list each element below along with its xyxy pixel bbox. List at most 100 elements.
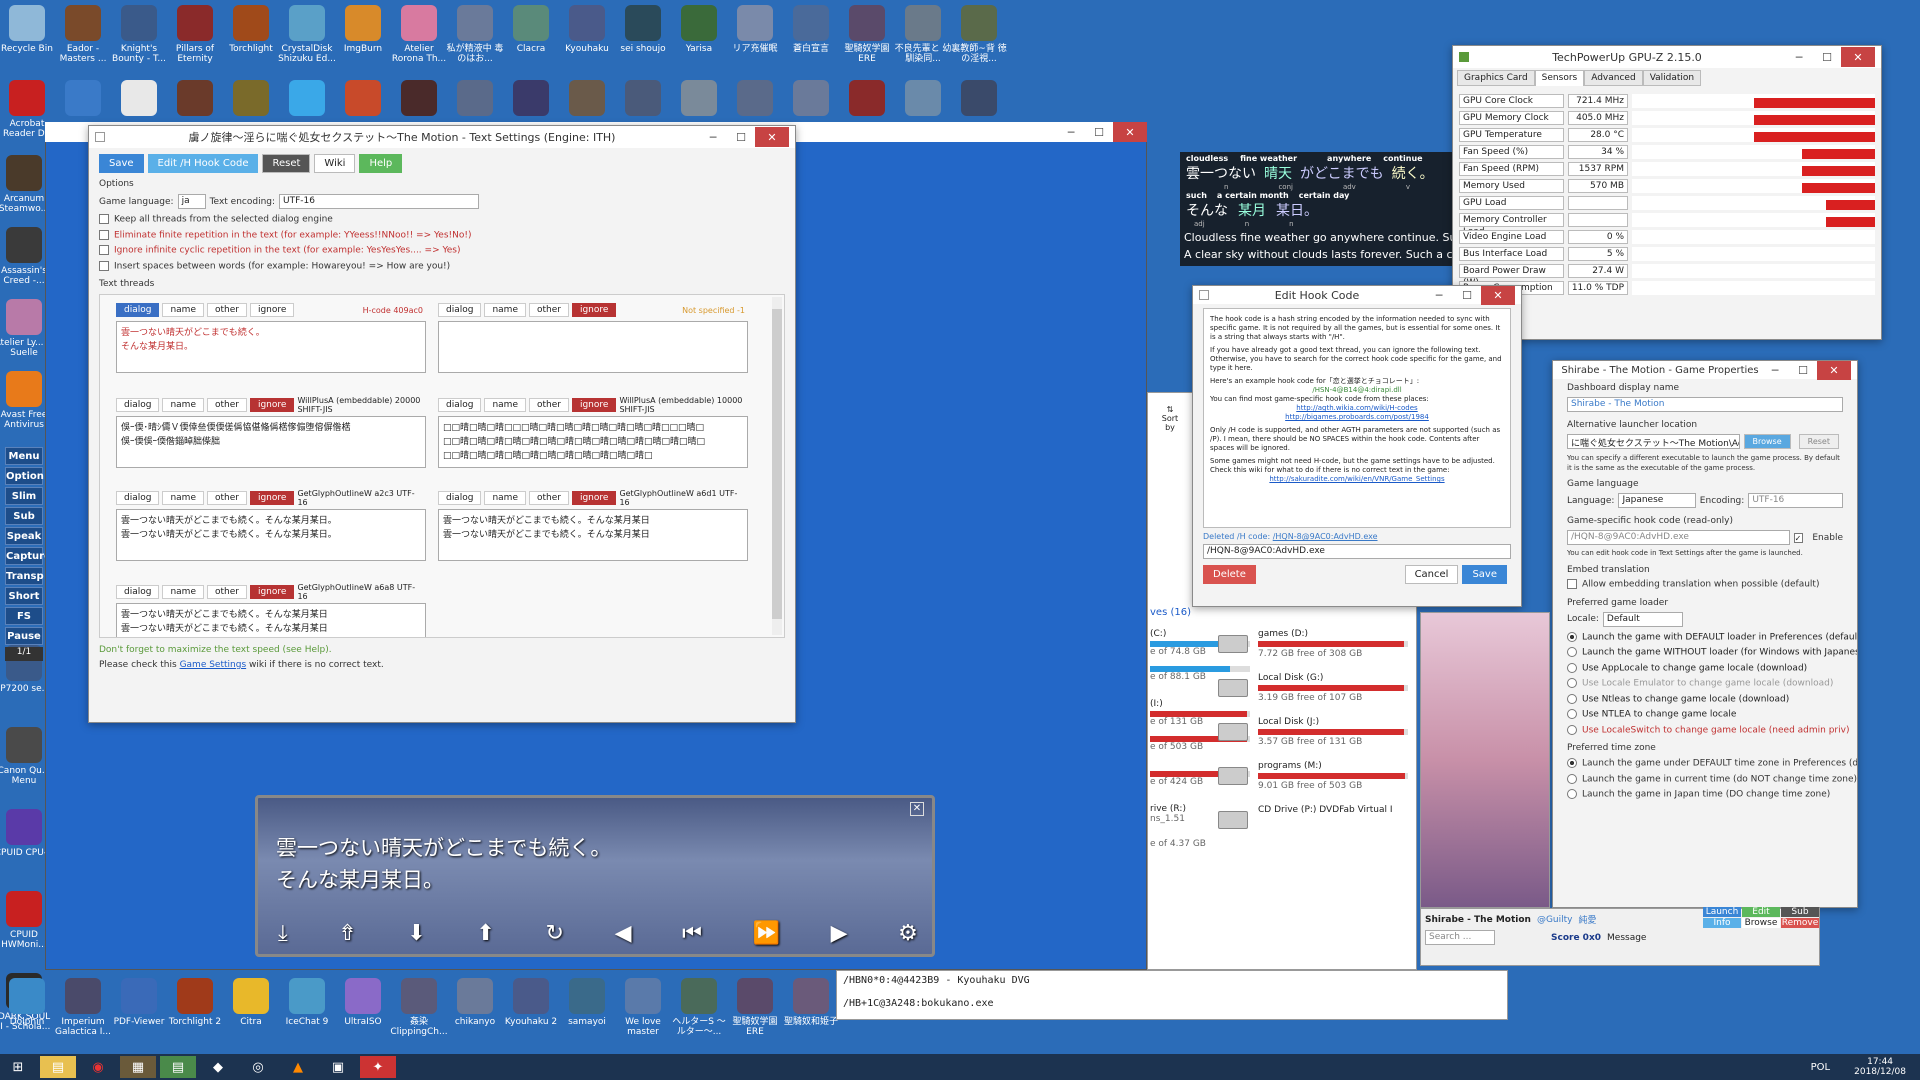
drive-item[interactable]: games (D:) 7.72 GB free of 308 GB xyxy=(1218,629,1408,659)
thread-tab-other[interactable]: other xyxy=(528,398,569,412)
thread-tab-name[interactable]: name xyxy=(162,585,204,599)
desktop-icon-top-4[interactable]: Torchlight xyxy=(221,5,281,54)
desktop-icon-top-1[interactable]: Eador - Masters ... xyxy=(53,5,113,64)
desktop-icon-row2-12[interactable] xyxy=(669,80,729,119)
desktop-icon-top-9[interactable]: Clacra xyxy=(501,5,561,54)
desktop-icon-bottom-0[interactable]: Dolphin xyxy=(0,978,57,1027)
timezone-radio[interactable] xyxy=(1567,789,1577,799)
sensor-name[interactable]: Video Engine Load xyxy=(1459,229,1564,244)
desktop-icon-row2-16[interactable] xyxy=(893,80,953,119)
maximize-icon[interactable]: ☐ xyxy=(1813,47,1841,67)
hook-link-1[interactable]: http://agth.wikia.com/wiki/H-codes xyxy=(1210,404,1504,413)
option-checkbox-row[interactable]: Insert spaces between words (for example… xyxy=(99,260,785,271)
game-language-select[interactable]: ja xyxy=(177,194,206,209)
minimize-icon[interactable]: ─ xyxy=(1785,47,1813,67)
loader-radio[interactable] xyxy=(1567,631,1577,642)
desktop-icon-bottom-5[interactable]: IceChat 9 xyxy=(277,978,337,1027)
sidebar-pause-button[interactable]: Pause xyxy=(5,627,43,645)
sidebar-capture-button[interactable]: Capture xyxy=(5,547,51,565)
save-button[interactable]: Save xyxy=(99,154,144,173)
dialog-close-icon[interactable]: ✕ xyxy=(910,802,924,816)
desktop-icon-bottom-11[interactable]: We love master xyxy=(613,978,673,1037)
hook-code-input[interactable]: /HQN-8@9AC0:AdvHD.exe xyxy=(1203,544,1511,559)
loader-radio[interactable] xyxy=(1567,709,1577,719)
desktop-icon-bottom-2[interactable]: PDF-Viewer xyxy=(109,978,169,1027)
hook-link-2[interactable]: http://bigames.proboards.com/post/1984 xyxy=(1210,413,1504,422)
desktop-icon-row2-14[interactable] xyxy=(781,80,841,119)
maximize-icon[interactable]: ☐ xyxy=(727,127,755,147)
launcher-path-input[interactable]: に喘ぐ処女セクステット〜The Motion\AdvHD.exe xyxy=(1567,434,1740,449)
hook-link-3[interactable]: http://sakuradite.com/wiki/en/VNR/Game_S… xyxy=(1210,475,1504,484)
info-button[interactable]: Info xyxy=(1703,918,1741,928)
thread-text[interactable]: 雲一つない晴天がどこまでも続く。そんな某月某日 雲一つない晴天がどこまでも続く。そ… xyxy=(438,509,748,561)
thread-tab-dialog[interactable]: dialog xyxy=(116,303,160,317)
replay-icon[interactable]: ↻ xyxy=(546,921,564,946)
desktop-icon-row2-2[interactable] xyxy=(109,80,169,119)
threads-scrollbar[interactable] xyxy=(772,297,782,635)
edit-button[interactable]: Edit xyxy=(1742,907,1780,917)
desktop-icon-bottom-1[interactable]: Imperium Galactica I... xyxy=(53,978,113,1037)
timezone-radio[interactable] xyxy=(1567,773,1577,784)
desktop-icon-bottom-3[interactable]: Torchlight 2 xyxy=(165,978,225,1027)
timezone-radio-row[interactable]: Launch the game in Japan time (DO change… xyxy=(1567,789,1843,800)
app-icon-8[interactable]: ▣ xyxy=(320,1056,356,1078)
enable-checkbox[interactable]: ✓ xyxy=(1793,532,1804,543)
thread-tab-ignore[interactable]: ignore xyxy=(571,491,617,505)
desktop-icon-top-12[interactable]: Yarisa xyxy=(669,5,729,54)
desktop-icon-top-10[interactable]: Kyouhaku xyxy=(557,5,617,54)
minimize-icon[interactable]: ─ xyxy=(1761,361,1789,380)
app-icon-9[interactable]: ✦ xyxy=(360,1056,396,1078)
minimize-icon[interactable]: ─ xyxy=(699,127,727,147)
close-icon[interactable]: ✕ xyxy=(755,127,789,147)
sidebar-speak-button[interactable]: Speak xyxy=(5,527,43,545)
explorer-icon[interactable]: ▤ xyxy=(40,1056,76,1078)
thread-tab-dialog[interactable]: dialog xyxy=(116,491,160,505)
loader-radio-row[interactable]: Use LocaleSwitch to change game locale (… xyxy=(1567,724,1849,735)
desktop-icon-row2-7[interactable] xyxy=(389,80,449,119)
reset-button[interactable]: Reset xyxy=(262,154,311,173)
thread-tab-name[interactable]: name xyxy=(484,491,526,505)
loader-radio-row[interactable]: Use AppLocale to change game locale (dow… xyxy=(1567,662,1843,673)
encoding-select[interactable]: UTF-16 xyxy=(1748,493,1843,508)
sensor-name[interactable]: Bus Interface Load xyxy=(1459,246,1564,261)
option-checkbox[interactable] xyxy=(99,245,109,255)
thread-text[interactable]: 俁ｰ偄･晴ｼ儔Ｖ偄倖亝偄偄傞偁恊偡偹偁楛偧傓堕傛偋偺楛 俁ｰ偄俁ｰ偄偺錙晫胐偨胐 xyxy=(116,416,426,468)
language-select[interactable]: Japanese xyxy=(1618,493,1696,508)
text-encoding-select[interactable]: UTF-16 xyxy=(279,194,480,209)
desktop-icon-top-11[interactable]: sei shoujo xyxy=(613,5,673,54)
desktop-icon-top-0[interactable]: Recycle Bin xyxy=(0,5,57,54)
desktop-icon-row2-10[interactable] xyxy=(557,80,617,119)
eject-icon[interactable]: ⇮ xyxy=(338,921,356,946)
thread-tab-ignore[interactable]: ignore xyxy=(249,585,295,599)
desktop-icon-row2-9[interactable] xyxy=(501,80,561,119)
thread-tab-name[interactable]: name xyxy=(484,398,526,412)
desktop-icon-bottom-14[interactable]: 聖騎奴和姫子 xyxy=(781,978,841,1027)
sensor-name[interactable]: GPU Memory Clock xyxy=(1459,110,1564,125)
sensor-name[interactable]: Board Power Draw (W) xyxy=(1459,263,1564,288)
loader-radio[interactable] xyxy=(1567,678,1577,688)
loader-radio[interactable] xyxy=(1567,724,1577,735)
desktop-icon-top-5[interactable]: CrystalDisk Shizuku Ed... xyxy=(277,5,337,64)
gpuz-tab[interactable]: Sensors xyxy=(1534,70,1585,86)
drive-item[interactable]: programs (M:) 9.01 GB free of 503 GB xyxy=(1218,761,1408,791)
thread-text[interactable]: 雲一つない晴天がどこまでも続く。そんな某月某日。 雲一つない晴天がどこまでも続く。… xyxy=(116,509,426,561)
loader-radio-row[interactable]: Launch the game with DEFAULT loader in P… xyxy=(1567,631,1857,642)
game-user[interactable]: @Guilty xyxy=(1537,915,1573,925)
skip-down-icon[interactable]: ⤓ xyxy=(278,921,288,946)
rewind-icon[interactable]: ⏮ xyxy=(682,921,702,946)
thread-tab-other[interactable]: other xyxy=(206,398,247,412)
desktop-icon-bottom-8[interactable]: chikanyo xyxy=(445,978,505,1027)
desktop-icon-row2-17[interactable] xyxy=(949,80,1009,119)
thread-text[interactable] xyxy=(438,321,748,373)
sidebar-menu-button[interactable]: Menu xyxy=(5,447,43,465)
sidebar-fs-button[interactable]: FS xyxy=(5,607,43,625)
thread-tab-ignore[interactable]: ignore xyxy=(249,303,295,317)
thread-tab-dialog[interactable]: dialog xyxy=(116,398,160,412)
sensor-name[interactable]: GPU Load xyxy=(1459,195,1564,210)
timezone-radio-row[interactable]: Launch the game under DEFAULT time zone … xyxy=(1567,758,1857,769)
settings-icon[interactable]: ⚙ xyxy=(898,921,918,946)
app-icon-3[interactable]: ▦ xyxy=(120,1056,156,1078)
browse-button[interactable]: Browse xyxy=(1742,918,1780,928)
loader-radio-row[interactable]: Use Ntleas to change game locale (downlo… xyxy=(1567,693,1843,704)
sensor-name[interactable]: GPU Core Clock xyxy=(1459,93,1564,108)
